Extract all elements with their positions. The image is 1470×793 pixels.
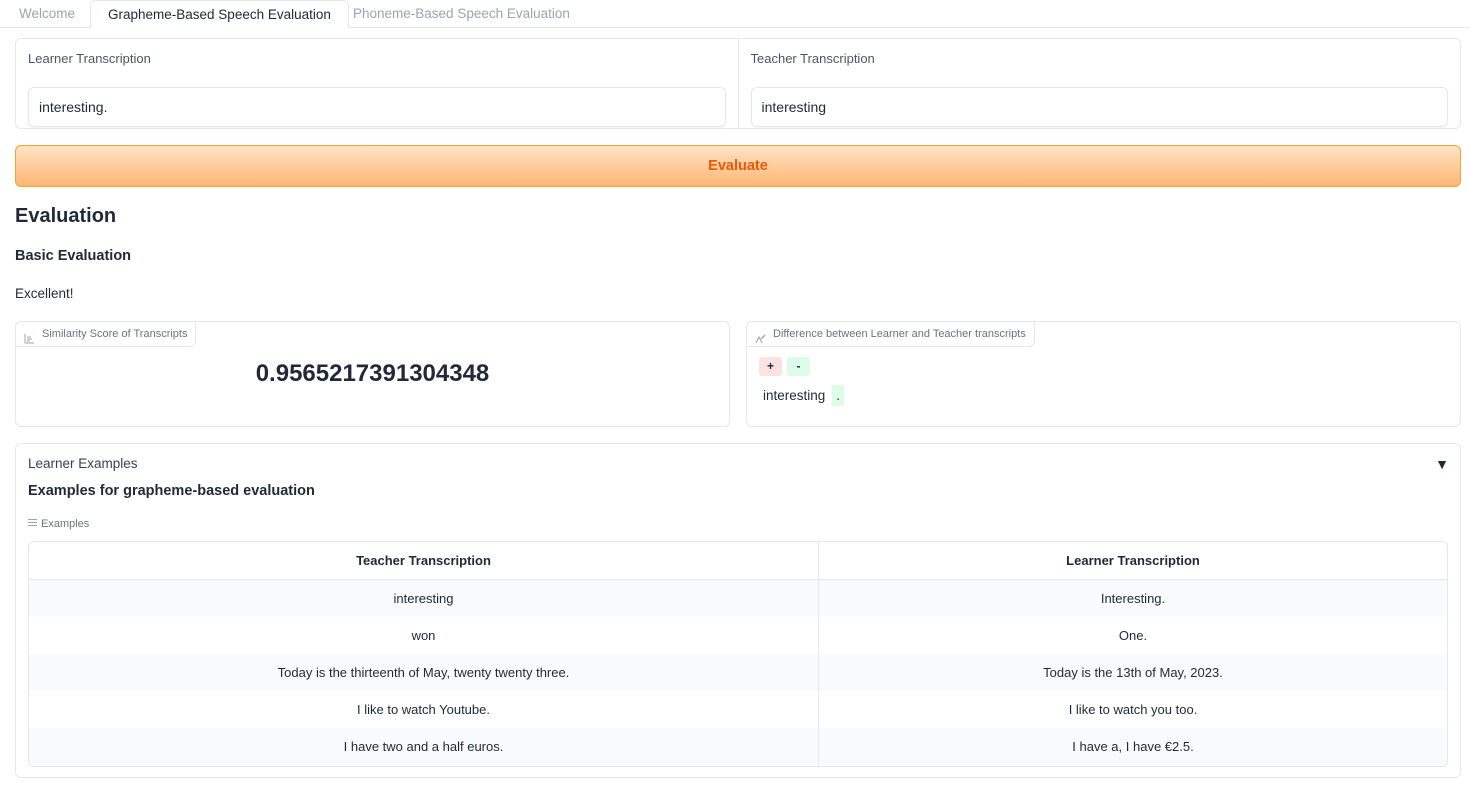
tab-bar: Welcome Grapheme-Based Speech Evaluation… [0,0,1470,29]
table-cell-learner: One. [1118,628,1148,643]
evaluation-verdict: Excellent! [15,286,74,301]
tab-phoneme-evaluation[interactable]: Phoneme-Based Speech Evaluation [336,0,587,28]
difference-tag: Difference between Learner and Teacher t… [746,321,1035,347]
diff-legend: + - [759,357,810,376]
similarity-score-card: Similarity Score of Transcripts 0.956521… [15,321,730,427]
diff-unchanged-token: interesting [763,388,826,403]
legend-added: + [759,357,782,376]
diff-changed-token: . [832,385,845,406]
similarity-score-label: Similarity Score of Transcripts [42,328,188,340]
column-header-learner: Learner Transcription [1066,553,1200,568]
collapse-toggle-icon[interactable]: ▼ [1435,456,1449,472]
table-row[interactable]: won One. [29,617,1447,654]
learner-transcription-block: Learner Transcription interesting. [16,39,738,128]
table-row[interactable]: interesting Interesting. [29,580,1447,617]
learner-examples-accordion: Learner Examples ▼ Examples for grapheme… [15,443,1461,778]
highlight-text-icon [755,329,766,343]
difference-card: Difference between Learner and Teacher t… [746,321,1461,427]
examples-sub-label: Examples [28,518,89,530]
tab-grapheme-evaluation[interactable]: Grapheme-Based Speech Evaluation [90,0,349,29]
transcription-row: Learner Transcription interesting. Teach… [15,38,1461,129]
diff-output: interesting . [759,385,845,406]
number-icon [24,329,35,343]
teacher-transcription-block: Teacher Transcription interesting [737,39,1461,128]
examples-title: Examples for grapheme-based evaluation [28,483,315,499]
table-cell-teacher: I like to watch Youtube. [29,691,819,728]
table-cell-learner: Interesting. [1100,591,1166,606]
table-header: Teacher Transcription Learner Transcript… [29,542,1447,580]
list-icon [28,518,37,530]
teacher-transcription-input[interactable]: interesting [750,87,1448,127]
difference-label: Difference between Learner and Teacher t… [773,328,1026,340]
basic-evaluation-heading: Basic Evaluation [15,248,132,264]
table-row[interactable]: Today is the thirteenth of May, twenty t… [29,654,1447,691]
teacher-transcription-label: Teacher Transcription [750,51,875,66]
table-cell-teacher: won [29,617,819,654]
examples-sub-label-text: Examples [41,518,90,530]
table-cell-learner: I like to watch you too. [1068,702,1198,717]
similarity-score-value: 0.9565217391304348 [255,360,490,387]
table-cell-learner: Today is the 13th of May, 2023. [1043,665,1223,680]
learner-transcription-label: Learner Transcription [28,51,151,66]
table-row[interactable]: I have two and a half euros. I have a, I… [29,728,1447,765]
evaluate-button[interactable]: Evaluate [15,145,1461,187]
evaluation-heading: Evaluation [15,205,117,227]
tab-welcome[interactable]: Welcome [2,0,92,28]
table-cell-teacher: interesting [29,580,819,617]
learner-transcription-input[interactable]: interesting. [28,87,726,127]
similarity-score-tag: Similarity Score of Transcripts [15,321,197,347]
table-cell-learner: I have a, I have €2.5. [1072,739,1194,754]
column-header-teacher: Teacher Transcription [29,542,819,579]
table-cell-teacher: Today is the thirteenth of May, twenty t… [29,654,819,691]
table-row[interactable]: I like to watch Youtube. I like to watch… [29,691,1447,728]
legend-removed: - [787,357,810,376]
examples-table: Teacher Transcription Learner Transcript… [28,541,1448,767]
learner-examples-label[interactable]: Learner Examples [28,456,138,471]
table-cell-teacher: I have two and a half euros. [29,728,819,765]
